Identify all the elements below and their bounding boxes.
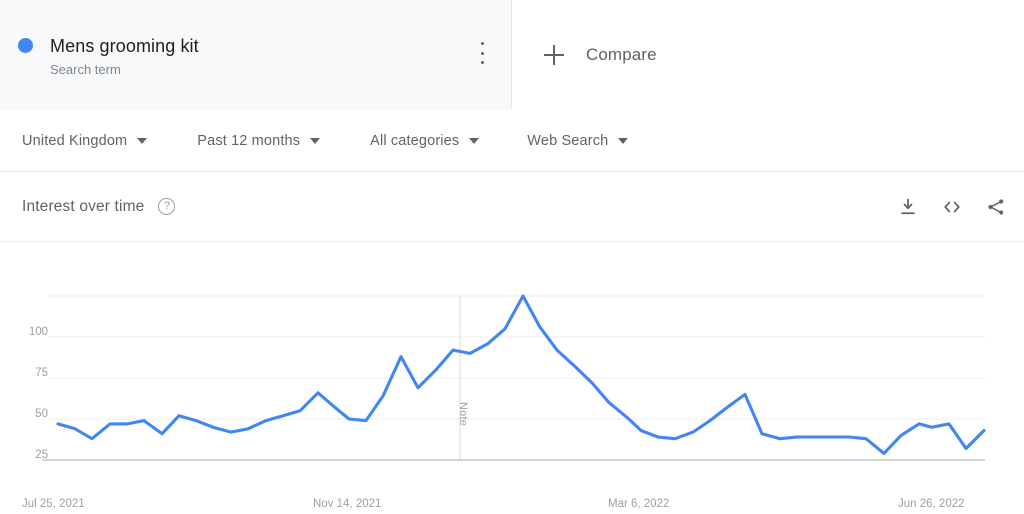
chevron-down-icon (310, 137, 321, 144)
y-axis-tick-25: 25 (35, 449, 48, 461)
page-title: Interest over time (22, 197, 145, 215)
plus-icon (544, 45, 564, 65)
share-icon[interactable] (984, 195, 1008, 219)
filter-search-type[interactable]: Web Search (527, 110, 629, 171)
chart-canvas (42, 294, 986, 461)
filter-category-label: All categories (370, 132, 460, 149)
search-term-subtitle: Search term (50, 61, 121, 77)
x-axis-tick-2: Nov 14, 2021 (313, 498, 382, 510)
search-term-bar: Mens grooming kit Search term Compare (0, 0, 1024, 110)
filter-time-range[interactable]: Past 12 months (197, 110, 321, 171)
interest-over-time-header: Interest over time ? (0, 172, 1024, 242)
embed-code-icon[interactable] (940, 195, 964, 219)
filter-time-range-label: Past 12 months (197, 132, 301, 149)
search-term-card[interactable]: Mens grooming kit Search term (0, 0, 512, 110)
y-axis-tick-75: 75 (35, 367, 48, 379)
compare-button[interactable]: Compare (512, 0, 1024, 110)
chevron-down-icon (618, 137, 629, 144)
y-axis-tick-50: 50 (35, 408, 48, 420)
filter-category[interactable]: All categories (370, 110, 480, 171)
series-color-dot (18, 38, 33, 53)
interest-over-time-chart[interactable]: 100 75 50 25 Jul 25, 2021 Nov 14, 2021 M… (0, 242, 1024, 514)
data-line (56, 294, 986, 455)
kebab-menu-icon[interactable] (473, 42, 491, 64)
chevron-down-icon (137, 137, 148, 144)
filter-search-type-label: Web Search (527, 132, 609, 149)
x-axis-tick-3: Mar 6, 2022 (608, 498, 670, 510)
chevron-down-icon (469, 137, 480, 144)
x-axis-tick-4: Jun 26, 2022 (898, 498, 965, 510)
y-axis-tick-100: 100 (28, 326, 48, 338)
x-axis-tick-1: Jul 25, 2021 (22, 498, 85, 510)
filter-bar: United Kingdom Past 12 months All catego… (0, 110, 1024, 172)
compare-label: Compare (586, 45, 657, 64)
download-icon[interactable] (896, 195, 920, 219)
note-annotation-label[interactable]: Note (457, 402, 469, 426)
help-circle-icon[interactable]: ? (158, 198, 176, 215)
chart-actions (896, 172, 1008, 241)
search-term-title: Mens grooming kit (50, 35, 199, 56)
search-term-text: Mens grooming kit Search term (50, 34, 199, 79)
filter-location-label: United Kingdom (22, 132, 128, 149)
filter-location[interactable]: United Kingdom (22, 110, 148, 171)
